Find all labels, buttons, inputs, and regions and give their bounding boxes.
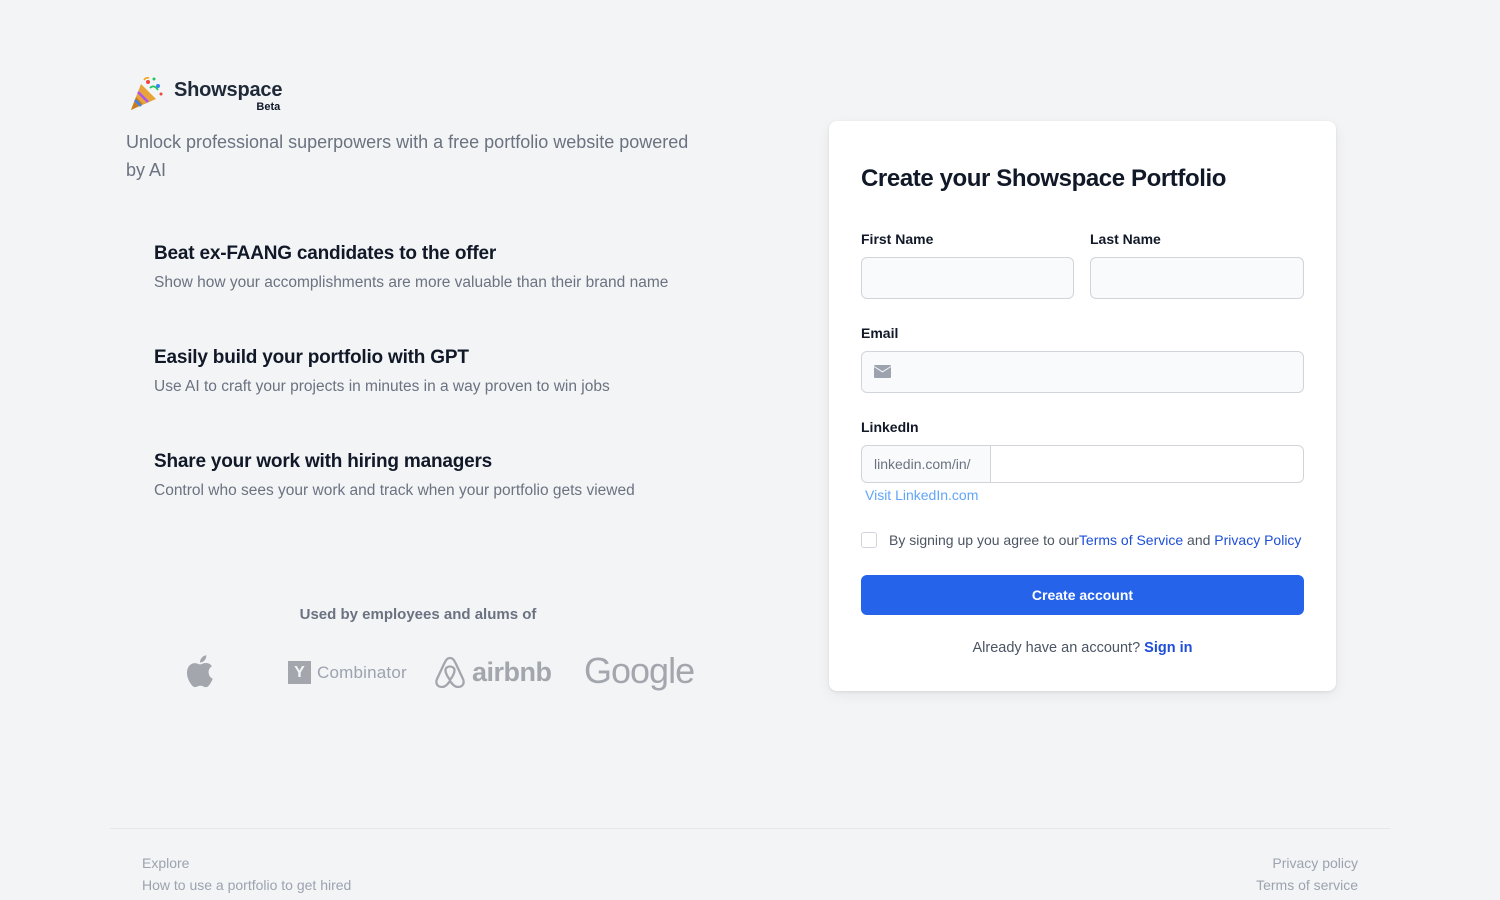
last-name-input[interactable]	[1090, 257, 1304, 299]
footer-link-how-to[interactable]: How to use a portfolio to get hired	[142, 877, 351, 893]
feature-description: Control who sees your work and track whe…	[154, 482, 635, 499]
apple-icon	[186, 655, 213, 688]
y-combinator-mark: Y	[288, 661, 311, 684]
y-combinator-text: Combinator	[317, 662, 407, 682]
used-by-heading: Used by employees and alums of	[299, 606, 537, 623]
beta-badge: Beta	[256, 101, 281, 113]
last-name-label: Last Name	[1090, 231, 1161, 247]
privacy-policy-link[interactable]: Privacy Policy	[1214, 532, 1301, 548]
company-logos: Y Combinator airbnb Google	[0, 650, 720, 694]
feature-description: Use AI to craft your projects in minutes…	[154, 378, 610, 395]
airbnb-text: airbnb	[472, 656, 552, 687]
google-text: Google	[584, 650, 695, 691]
feature-title: Easily build your portfolio with GPT	[154, 347, 469, 368]
terms-and: and	[1187, 532, 1211, 548]
create-account-button[interactable]: Create account	[861, 575, 1304, 615]
brand[interactable]: Showspace Beta	[128, 76, 283, 113]
email-field	[861, 351, 1304, 393]
footer-divider	[110, 828, 1390, 829]
signup-card: Create your Showspace Portfolio First Na…	[829, 121, 1336, 691]
sign-in-link[interactable]: Sign in	[1144, 640, 1192, 656]
terms-of-service-link[interactable]: Terms of Service	[1079, 532, 1183, 548]
airbnb-logo: airbnb	[434, 655, 552, 689]
email-label: Email	[861, 325, 899, 341]
terms-text: By signing up you agree to ourTerms of S…	[889, 532, 1301, 548]
terms-prefix: By signing up you agree to our	[889, 532, 1079, 548]
feature-item: Easily build your portfolio with GPT Use…	[154, 344, 714, 399]
first-name-label: First Name	[861, 231, 934, 247]
brand-name: Showspace	[174, 79, 283, 101]
google-logo: Google	[584, 650, 695, 692]
y-combinator-logo: Y Combinator	[288, 661, 407, 684]
linkedin-field: linkedin.com/in/	[861, 445, 1304, 483]
feature-item: Beat ex-FAANG candidates to the offer Sh…	[154, 240, 714, 295]
tagline: Unlock professional superpowers with a f…	[126, 132, 689, 180]
feature-title: Share your work with hiring managers	[154, 451, 493, 472]
visit-linkedin-link[interactable]: Visit LinkedIn.com	[865, 487, 978, 503]
linkedin-label: LinkedIn	[861, 419, 919, 435]
feature-title: Beat ex-FAANG candidates to the offer	[154, 243, 497, 264]
mail-icon	[874, 365, 891, 378]
footer-link-terms[interactable]: Terms of service	[1256, 877, 1358, 893]
apple-logo	[184, 653, 214, 689]
footer-link-explore[interactable]: Explore	[142, 855, 189, 871]
form-title: Create your Showspace Portfolio	[861, 165, 1227, 192]
terms-checkbox[interactable]	[861, 532, 877, 548]
feature-description: Show how your accomplishments are more v…	[154, 274, 669, 291]
airbnb-icon	[435, 656, 465, 689]
first-name-input[interactable]	[861, 257, 1074, 299]
linkedin-input[interactable]	[990, 445, 1304, 483]
terms-row: By signing up you agree to ourTerms of S…	[861, 532, 1304, 548]
signin-prompt: Already have an account?	[972, 640, 1141, 656]
party-popper-icon	[131, 76, 163, 110]
linkedin-prefix: linkedin.com/in/	[861, 445, 990, 483]
footer-link-privacy[interactable]: Privacy policy	[1272, 855, 1358, 871]
feature-item: Share your work with hiring managers Con…	[154, 448, 714, 503]
signin-row: Already have an account? Sign in	[829, 640, 1336, 656]
email-input[interactable]	[861, 351, 1304, 393]
